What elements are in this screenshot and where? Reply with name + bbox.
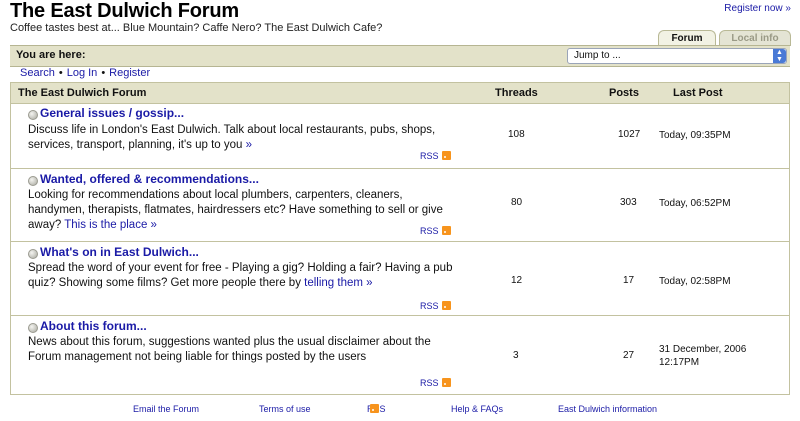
forum-row: What's on in East Dulwich... Spread the … — [11, 242, 789, 316]
forum-row: Wanted, offered & recommendations... Loo… — [11, 169, 789, 242]
forum-table: The East Dulwich Forum Threads Posts Las… — [10, 82, 790, 395]
footer-info-link[interactable]: East Dulwich information — [558, 404, 657, 414]
login-link[interactable]: Log In — [67, 67, 98, 79]
forum-link[interactable]: This is the place » — [64, 219, 157, 231]
last-post: Today, 09:35PM — [659, 130, 731, 141]
tab-local-info[interactable]: Local info — [719, 30, 791, 46]
jump-to-select[interactable]: Jump to ... ▲ ▼ — [567, 48, 787, 64]
tab-forum[interactable]: Forum — [658, 30, 716, 46]
footer-terms-link[interactable]: Terms of use — [259, 404, 311, 414]
last-post: Today, 02:58PM — [659, 276, 731, 287]
forum-row: General issues / gossip... Discuss life … — [11, 104, 789, 169]
register-now-link[interactable]: Register now » — [724, 3, 791, 14]
site-title: The East Dulwich Forum — [10, 0, 239, 22]
post-count: 303 — [620, 197, 637, 208]
thread-count: 108 — [508, 129, 525, 140]
post-count: 17 — [623, 275, 635, 286]
rss-icon — [441, 226, 451, 235]
jump-to-value: Jump to ... — [574, 50, 621, 61]
forum-title[interactable]: General issues / gossip... — [40, 106, 184, 120]
forum-title[interactable]: About this forum... — [40, 319, 147, 333]
forum-rss-link[interactable]: RSS — [420, 226, 451, 236]
register-link[interactable]: Register — [109, 67, 150, 79]
header-last-post: Last Post — [673, 87, 723, 99]
header-posts: Posts — [609, 87, 639, 99]
forum-title[interactable]: Wanted, offered & recommendations... — [40, 172, 259, 186]
table-header: The East Dulwich Forum Threads Posts Las… — [11, 83, 789, 104]
forum-description: Discuss life in London's East Dulwich. T… — [28, 124, 436, 151]
nav-links: Search • Log In • Register — [20, 67, 151, 79]
post-count: 1027 — [618, 129, 641, 140]
thread-count: 80 — [511, 197, 523, 208]
location-bar: You are here: Jump to ... ▲ ▼ — [10, 45, 790, 67]
post-count: 27 — [623, 350, 635, 361]
rss-icon — [441, 378, 451, 387]
header-threads: Threads — [495, 87, 538, 99]
forum-title[interactable]: What's on in East Dulwich... — [40, 245, 199, 259]
you-are-here-label: You are here: — [16, 49, 86, 61]
site-tagline: Coffee tastes best at... Blue Mountain? … — [10, 22, 383, 34]
forum-bullet-icon — [28, 176, 38, 186]
last-post: 31 December, 2006 12:17PM — [659, 344, 747, 368]
forum-bullet-icon — [28, 249, 38, 259]
thread-count: 12 — [511, 275, 523, 286]
tab-bar: Forum Local info — [658, 30, 791, 46]
last-post: Today, 06:52PM — [659, 198, 731, 209]
forum-description: Looking for recommendations about local … — [28, 189, 443, 231]
footer-email-link[interactable]: Email the Forum — [133, 404, 199, 414]
forum-link[interactable]: telling them » — [304, 277, 372, 289]
rss-icon — [370, 404, 379, 413]
forum-description: News about this forum, suggestions wante… — [28, 336, 431, 363]
forum-link[interactable]: » — [246, 139, 252, 151]
header-forum: The East Dulwich Forum — [18, 87, 147, 99]
forum-rss-link[interactable]: RSS — [420, 301, 451, 311]
rss-icon — [441, 151, 451, 160]
forum-rss-link[interactable]: RSS — [420, 151, 451, 161]
select-arrows-icon: ▲ ▼ — [773, 49, 786, 63]
footer-help-link[interactable]: Help & FAQs — [451, 404, 503, 414]
forum-description: Spread the word of your event for free -… — [28, 262, 453, 289]
forum-bullet-icon — [28, 323, 38, 333]
thread-count: 3 — [513, 350, 519, 361]
forum-rss-link[interactable]: RSS — [420, 378, 451, 388]
forum-row: About this forum... News about this foru… — [11, 316, 789, 394]
search-link[interactable]: Search — [20, 67, 55, 79]
forum-bullet-icon — [28, 110, 38, 120]
rss-icon — [441, 301, 451, 310]
